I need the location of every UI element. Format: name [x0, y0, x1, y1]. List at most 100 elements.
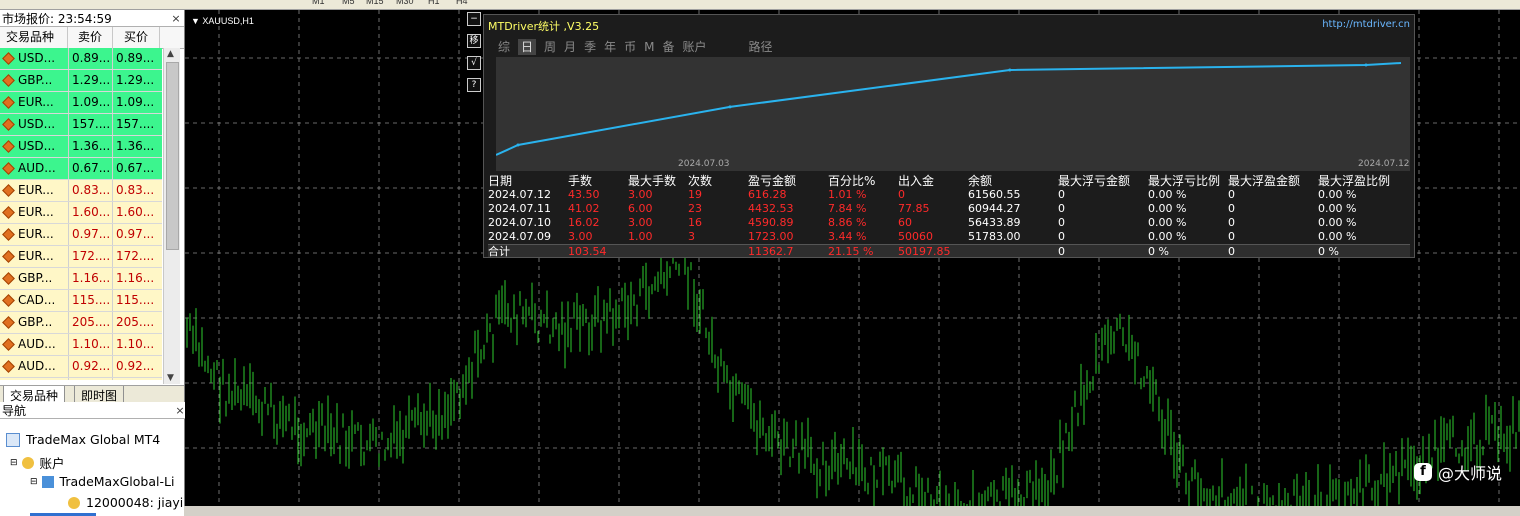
table-cell: 4432.53 — [748, 202, 794, 215]
table-row[interactable]: GBP... 1.29... 1.29... — [0, 70, 162, 92]
bid-cell: 1.16... — [68, 268, 112, 289]
period-tabs: 综日周月季年币 M 备账户 路径 — [498, 39, 781, 55]
bid-cell: 0.60... — [68, 378, 112, 380]
table-cell: 23 — [688, 202, 702, 215]
bid-cell: 1.09... — [68, 92, 112, 113]
table-row[interactable]: AUD... 1.10... 1.10... — [0, 334, 162, 356]
minimize-button[interactable]: − — [467, 12, 481, 26]
table-row[interactable]: EUR... 1.09... 1.09... — [0, 92, 162, 114]
help-button[interactable]: ? — [467, 78, 481, 92]
period-tab[interactable]: 日 — [518, 39, 537, 55]
tree-accounts[interactable]: ⊟ 账户 — [10, 453, 65, 472]
price-bars — [186, 235, 1520, 506]
equity-series-line — [496, 62, 1402, 156]
panel-url-link[interactable]: http://mtdriver.cn — [1322, 19, 1410, 30]
table-row[interactable]: USD... 157.... 157.... — [0, 114, 162, 136]
scroll-thumb[interactable] — [166, 62, 179, 250]
equity-point — [1008, 68, 1012, 72]
period-tab[interactable]: 账户 — [682, 39, 706, 55]
table-cell: 盈亏金额 — [748, 174, 797, 188]
timeframe-m5[interactable]: M5 — [342, 0, 355, 6]
period-tab[interactable]: 年 — [604, 39, 616, 55]
symbol-diamond-icon — [2, 272, 15, 285]
market-watch-scrollbar[interactable]: ▲ ▼ — [163, 48, 180, 384]
collapse-icon[interactable]: ⊟ — [30, 477, 38, 487]
table-cell: 0 — [1228, 230, 1235, 243]
table-row[interactable]: AUD... 0.60...0.60... — [0, 378, 162, 380]
table-row[interactable]: EUR... 1.60... 1.60... — [0, 202, 162, 224]
column-ask[interactable]: 买价 — [113, 27, 160, 48]
symbol-name: AUD... — [18, 161, 56, 175]
collapse-icon[interactable]: ⊟ — [10, 458, 18, 468]
table-cell: 3.44 % — [828, 230, 867, 243]
table-cell: 0 — [1058, 188, 1065, 201]
symbol-cell: EUR... — [0, 202, 68, 223]
table-row[interactable]: GBP... 1.16... 1.16... — [0, 268, 162, 290]
tree-server[interactable]: ⊟ TradeMaxGlobal-Li — [30, 474, 174, 489]
symbol-cell: EUR... — [0, 224, 68, 245]
timeframe-m1[interactable]: M1 — [312, 0, 325, 6]
scroll-down-icon[interactable]: ▼ — [167, 373, 174, 383]
bid-cell: 157.... — [68, 114, 112, 135]
watermark: f @大师说 — [1413, 460, 1502, 484]
period-tab[interactable]: 路径 — [749, 39, 773, 55]
symbol-name: GBP... — [18, 271, 53, 285]
table-row[interactable]: AUD... 0.92... 0.92... — [0, 356, 162, 378]
table-row: 2024.07.12 43.50 3.00 19 616.28 1.01 % 0 61560.… — [488, 188, 1410, 202]
column-symbol[interactable]: 交易品种 — [0, 27, 68, 48]
x-tick-label: 2024.07.12 — [1358, 159, 1410, 169]
period-tab[interactable]: 综 — [498, 39, 510, 55]
tree-account[interactable]: 12000048: jiayir — [68, 495, 184, 510]
equity-point — [1364, 63, 1368, 67]
table-cell: 合计 — [488, 245, 510, 258]
timeframe-m15[interactable]: M15 — [366, 0, 384, 6]
period-tab[interactable]: 月 — [564, 39, 576, 55]
period-tab[interactable]: 周 — [544, 39, 556, 55]
scroll-up-icon[interactable]: ▲ — [167, 49, 174, 59]
watermark-logo-icon: f — [1413, 463, 1432, 481]
ask-cell: 1.09... — [112, 92, 158, 113]
table-cell: 0.00 % — [1318, 216, 1357, 229]
table-row[interactable]: CAD... 115.... 115.... — [0, 290, 162, 312]
table-cell: 16.02 — [568, 216, 600, 229]
timeframe-m30[interactable]: M30 — [396, 0, 414, 6]
symbol-diamond-icon — [2, 162, 15, 175]
table-row[interactable]: USD... 0.89... 0.89... — [0, 48, 162, 70]
table-cell: 16 — [688, 216, 702, 229]
timeframe-h1[interactable]: H1 — [428, 0, 440, 6]
users-icon — [21, 456, 34, 469]
period-tab[interactable]: 备 — [662, 39, 674, 55]
move-button[interactable]: 移 — [467, 34, 481, 48]
table-row: 2024.07.11 41.02 6.00 23 4432.53 7.84 % 77.85 6… — [488, 202, 1410, 216]
period-tab[interactable]: 币 — [624, 39, 636, 55]
table-cell: 2024.07.10 — [488, 216, 551, 229]
period-tab[interactable]: M — [644, 39, 654, 55]
period-tab[interactable]: 季 — [584, 39, 596, 55]
symbol-name: EUR... — [18, 205, 54, 219]
table-row[interactable]: AUD... 0.67... 0.67... — [0, 158, 162, 180]
table-cell: 0.00 % — [1318, 202, 1357, 215]
table-cell: 手数 — [568, 174, 593, 188]
check-button[interactable]: √ — [467, 56, 481, 70]
tree-broker[interactable]: TradeMax Global MT4 — [6, 432, 160, 447]
table-cell: 0 — [1058, 216, 1065, 229]
table-row[interactable]: USD... 1.36... 1.36... — [0, 136, 162, 158]
timeframe-h4[interactable]: H4 — [456, 0, 468, 6]
table-cell: 77.85 — [898, 202, 930, 215]
table-row[interactable]: EUR... 172.... 172.... — [0, 246, 162, 268]
table-row[interactable]: EUR... 0.83... 0.83... — [0, 180, 162, 202]
column-bid[interactable]: 卖价 — [68, 27, 113, 48]
table-cell: 3 — [688, 230, 695, 243]
symbol-diamond-icon — [2, 206, 15, 219]
accounts-label: 账户 — [39, 456, 65, 471]
table-row[interactable]: EUR... 0.97... 0.97... — [0, 224, 162, 246]
ask-cell: 1.10... — [112, 334, 158, 355]
table-row[interactable]: GBP... 205.... 205.... — [0, 312, 162, 334]
market-watch-list: USD... 0.89... 0.89... GBP... 1.29... 1.29...… — [0, 48, 162, 380]
table-cell: 3.00 — [628, 188, 653, 201]
symbol-cell: AUD... — [0, 334, 68, 355]
market-watch-columns: 交易品种 卖价 买价 — [0, 27, 184, 49]
symbol-cell: USD... — [0, 136, 68, 157]
close-icon[interactable]: × — [170, 12, 182, 25]
table-cell: 0.00 % — [1148, 230, 1187, 243]
